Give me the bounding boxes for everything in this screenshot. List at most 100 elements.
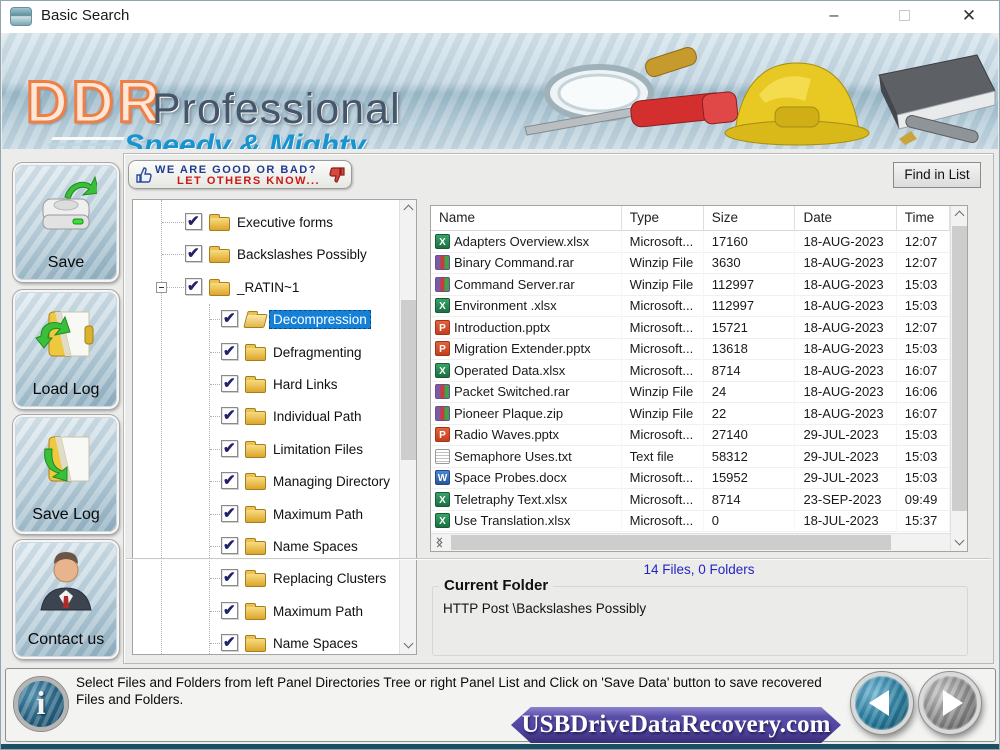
- tree-item[interactable]: ✔ _RATIN~1: [133, 271, 399, 303]
- cell-date: 18-AUG-2023: [795, 231, 896, 252]
- tree-checkbox[interactable]: ✔: [185, 213, 202, 230]
- tree-item[interactable]: ✔ Replacing Clusters: [133, 562, 399, 594]
- back-button[interactable]: [851, 672, 913, 734]
- tree-item-label[interactable]: Executive forms: [233, 213, 337, 232]
- tree-checkbox[interactable]: ✔: [221, 407, 238, 424]
- current-folder-path: HTTP Post \Backslashes Possibly: [443, 601, 646, 616]
- tree-item-label[interactable]: Maximum Path: [269, 505, 367, 524]
- feedback-banner-button[interactable]: WE ARE GOOD OR BAD? LET OTHERS KNOW...: [128, 160, 352, 189]
- table-row[interactable]: Command Server.rarWinzip File11299718-AU…: [431, 274, 950, 296]
- tree-checkbox[interactable]: ✔: [185, 245, 202, 262]
- maximize-button[interactable]: [881, 1, 927, 31]
- table-row[interactable]: Pioneer Plaque.zipWinzip File2218-AUG-20…: [431, 403, 950, 425]
- checkmark-icon: ✔: [223, 374, 236, 392]
- tree-checkbox[interactable]: ✔: [221, 505, 238, 522]
- tree-item-label[interactable]: _RATIN~1: [233, 278, 303, 297]
- tree-item-label[interactable]: Maximum Path: [269, 602, 367, 621]
- cell-time: 12:07: [897, 252, 950, 274]
- tree-item-label[interactable]: Name Spaces: [269, 634, 362, 653]
- tree-item-label[interactable]: Managing Directory: [269, 472, 394, 491]
- file-list-vertical-scrollbar[interactable]: [950, 206, 967, 551]
- scroll-right-icon[interactable]: [431, 534, 448, 551]
- load-log-button[interactable]: Load Log: [13, 290, 119, 409]
- tree-checkbox[interactable]: ✔: [221, 310, 238, 327]
- tree-scrollbar-thumb[interactable]: [401, 300, 416, 460]
- save-log-button[interactable]: Save Log: [13, 415, 119, 534]
- tree-item[interactable]: ✔ Maximum Path: [133, 595, 399, 627]
- tree-checkbox[interactable]: ✔: [221, 472, 238, 489]
- save-button[interactable]: Save: [13, 163, 119, 282]
- column-header-time[interactable]: Time: [897, 206, 950, 231]
- table-row[interactable]: PRadio Waves.pptxMicrosoft...2714029-JUL…: [431, 425, 950, 447]
- table-row[interactable]: PIntroduction.pptxMicrosoft...1572118-AU…: [431, 317, 950, 339]
- table-row[interactable]: WSpace Probes.docxMicrosoft...1595229-JU…: [431, 468, 950, 490]
- table-row[interactable]: Binary Command.rarWinzip File363018-AUG-…: [431, 253, 950, 275]
- close-button[interactable]: ✕: [946, 1, 992, 31]
- tree-item-label[interactable]: Decompression: [269, 310, 371, 329]
- tree-item[interactable]: ✔ Limitation Files: [133, 433, 399, 465]
- tree-item[interactable]: ✔ Hard Links: [133, 368, 399, 400]
- tree-checkbox[interactable]: ✔: [221, 375, 238, 392]
- table-row[interactable]: Packet Switched.rarWinzip File2418-AUG-2…: [431, 382, 950, 404]
- website-banner[interactable]: USBDriveDataRecovery.com: [511, 707, 841, 743]
- column-header-size[interactable]: Size: [704, 206, 796, 231]
- find-in-list-button[interactable]: Find in List: [893, 162, 981, 188]
- tree-item-label[interactable]: Name Spaces: [269, 537, 362, 556]
- table-row[interactable]: XAdapters Overview.xlsxMicrosoft...17160…: [431, 231, 950, 253]
- file-list-body: XAdapters Overview.xlsxMicrosoft...17160…: [431, 231, 950, 533]
- tree-item-label[interactable]: Backslashes Possibly: [233, 245, 371, 264]
- scroll-up-icon[interactable]: [951, 206, 968, 223]
- tree-item[interactable]: ✔ Decompression: [133, 303, 399, 335]
- tree-item[interactable]: ✔ Defragmenting: [133, 336, 399, 368]
- tree-vertical-scrollbar[interactable]: [399, 200, 416, 654]
- thumb-up-icon: [134, 166, 152, 184]
- tree-item-label[interactable]: Replacing Clusters: [269, 569, 390, 588]
- scroll-up-icon[interactable]: [400, 200, 417, 217]
- tree-checkbox[interactable]: ✔: [185, 278, 202, 295]
- table-row[interactable]: Semaphore Uses.txtText file5831229-JUL-2…: [431, 446, 950, 468]
- tree-checkbox[interactable]: ✔: [221, 602, 238, 619]
- file-type-icon-word: W: [435, 470, 450, 485]
- tree-checkbox[interactable]: ✔: [221, 569, 238, 586]
- table-row[interactable]: XUse Translation.xlsxMicrosoft...018-JUL…: [431, 511, 950, 533]
- tree-item[interactable]: ✔ Individual Path: [133, 400, 399, 432]
- column-header-name[interactable]: Name: [431, 206, 622, 231]
- directory-tree-panel: ✔ Executive forms ✔ Backslashes Possibly ✔ _R…: [132, 199, 417, 655]
- forward-button[interactable]: [919, 672, 981, 734]
- tree-connector: [210, 546, 220, 547]
- table-row[interactable]: XTeletraphy Text.xlsxMicrosoft...871423-…: [431, 489, 950, 511]
- cell-name: PIntroduction.pptx: [431, 317, 622, 339]
- tree-checkbox[interactable]: ✔: [221, 537, 238, 554]
- contact-us-button-label: Contact us: [15, 631, 117, 649]
- file-list-hscrollbar-thumb[interactable]: [451, 535, 891, 550]
- tree-item-label[interactable]: Individual Path: [269, 407, 366, 426]
- file-list-scrollbar-thumb[interactable]: [952, 226, 967, 511]
- tree-item-label[interactable]: Hard Links: [269, 375, 342, 394]
- contact-us-button[interactable]: Contact us: [13, 540, 119, 659]
- cell-name: WSpace Probes.docx: [431, 467, 622, 489]
- scroll-down-icon[interactable]: [951, 534, 968, 551]
- tree-checkbox[interactable]: ✔: [221, 634, 238, 651]
- file-list-horizontal-scrollbar[interactable]: [431, 533, 950, 551]
- tree-item[interactable]: ✔ Name Spaces: [133, 627, 399, 654]
- column-header-date[interactable]: Date: [795, 206, 896, 231]
- tree-item-label[interactable]: Defragmenting: [269, 343, 366, 362]
- tree-item[interactable]: ✔ Managing Directory: [133, 465, 399, 497]
- brand-product: Professional: [152, 85, 401, 134]
- tree-item[interactable]: ✔ Backslashes Possibly: [133, 238, 399, 270]
- minimize-button[interactable]: –: [811, 1, 857, 31]
- cell-time: 15:37: [897, 510, 950, 532]
- tree-item[interactable]: ✔ Executive forms: [133, 206, 399, 238]
- tree-collapse-icon[interactable]: [156, 282, 167, 293]
- table-row[interactable]: XEnvironment .xlsxMicrosoft...11299718-A…: [431, 296, 950, 318]
- tree-item[interactable]: ✔ Maximum Path: [133, 498, 399, 530]
- cell-type: Winzip File: [622, 403, 704, 425]
- scroll-down-icon[interactable]: [400, 637, 417, 654]
- table-row[interactable]: PMigration Extender.pptxMicrosoft...1361…: [431, 339, 950, 361]
- tree-checkbox[interactable]: ✔: [221, 440, 238, 457]
- file-type-icon-excel: X: [435, 298, 450, 313]
- tree-item-label[interactable]: Limitation Files: [269, 440, 367, 459]
- tree-checkbox[interactable]: ✔: [221, 343, 238, 360]
- column-header-type[interactable]: Type: [622, 206, 704, 231]
- table-row[interactable]: XOperated Data.xlsxMicrosoft...871418-AU…: [431, 360, 950, 382]
